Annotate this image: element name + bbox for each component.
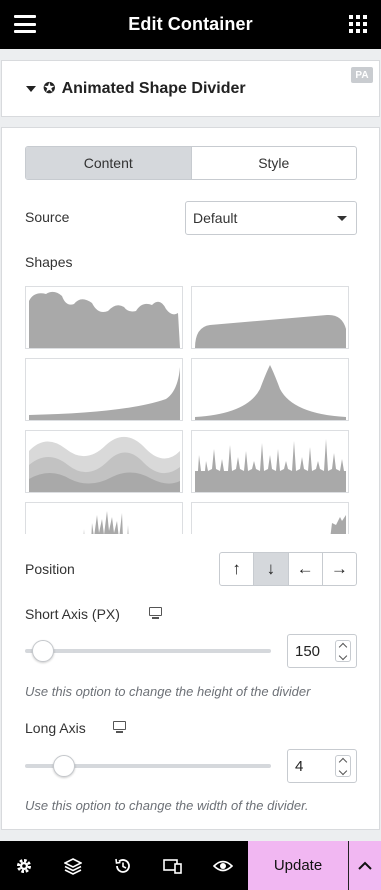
corner-shape-icon [330, 515, 346, 534]
long-axis-stepper[interactable] [335, 755, 351, 777]
short-axis-value: 150 [295, 642, 321, 660]
waves-shape-icon [29, 436, 180, 492]
responsive-icon[interactable] [163, 856, 183, 876]
long-axis-value: 4 [295, 757, 304, 775]
desktop-monitor-icon[interactable] [149, 607, 164, 620]
controls-panel: Content Style Source Default Shapes Posi… [1, 127, 380, 830]
grid-apps-icon[interactable] [349, 15, 367, 33]
source-label: Source [25, 209, 70, 225]
short-axis-slider-track[interactable] [25, 649, 271, 653]
short-axis-stepper[interactable] [335, 640, 351, 662]
position-left-button[interactable]: ← [287, 553, 322, 585]
slope-shape-icon [195, 314, 346, 348]
page-title: Edit Container [128, 14, 253, 34]
chevron-up-icon[interactable] [338, 757, 348, 766]
shape-peak[interactable] [191, 358, 349, 421]
shapes-label: Shapes [25, 254, 73, 270]
tab-content[interactable]: Content [26, 147, 191, 179]
shape-grass[interactable] [25, 502, 183, 534]
chevron-up-icon [358, 861, 372, 870]
settings-icon[interactable] [14, 856, 34, 876]
position-label: Position [25, 561, 75, 577]
tab-style[interactable]: Style [190, 147, 357, 179]
shape-clouds[interactable] [25, 286, 183, 349]
short-axis-input[interactable]: 150 [287, 634, 357, 668]
update-options-button[interactable] [348, 841, 381, 890]
shape-curve-right[interactable] [25, 358, 183, 421]
long-axis-input[interactable]: 4 [287, 749, 357, 783]
chevron-up-icon[interactable] [338, 642, 348, 651]
position-button-group: ↑ ↓ ← → [219, 552, 357, 586]
source-value: Default [193, 210, 238, 226]
grass-shape-icon [83, 511, 129, 534]
shape-slope[interactable] [191, 286, 349, 349]
section-header-animated-shape-divider[interactable]: ✪ Animated Shape Divider PA [1, 60, 380, 117]
bottom-toolbar: Update [0, 841, 381, 890]
section-title: Animated Shape Divider [61, 79, 246, 97]
short-axis-label: Short Axis (PX) [25, 606, 120, 622]
long-axis-help: Use this option to change the width of t… [25, 798, 309, 813]
curve-right-shape-icon [29, 367, 180, 420]
drips-shape-icon [195, 439, 346, 492]
tabs: Content Style [25, 146, 357, 180]
long-axis-label: Long Axis [25, 720, 86, 736]
peak-shape-icon [195, 365, 346, 420]
position-down-button[interactable]: ↓ [253, 553, 288, 585]
short-axis-help: Use this option to change the height of … [25, 684, 311, 699]
chevron-down-icon[interactable] [338, 766, 348, 775]
top-bar: Edit Container [0, 0, 381, 49]
long-axis-slider-handle[interactable] [53, 755, 75, 777]
clouds-shape-icon [29, 291, 180, 348]
desktop-monitor-icon[interactable] [113, 721, 128, 734]
dropdown-arrow-icon [337, 216, 347, 221]
caret-down-icon [26, 85, 36, 92]
chevron-down-icon[interactable] [338, 651, 348, 660]
preview-eye-icon[interactable] [213, 856, 233, 876]
layers-icon[interactable] [63, 856, 83, 876]
shape-waves[interactable] [25, 430, 183, 493]
short-axis-slider-handle[interactable] [32, 640, 54, 662]
history-icon[interactable] [113, 856, 133, 876]
position-up-button[interactable]: ↑ [220, 553, 253, 585]
update-button[interactable]: Update [248, 841, 348, 890]
source-select[interactable]: Default [185, 201, 357, 235]
position-right-button[interactable]: → [321, 553, 356, 585]
hamburger-menu-icon[interactable] [14, 15, 36, 33]
star-circle-icon: ✪ [43, 80, 56, 97]
shape-corner[interactable] [191, 502, 349, 534]
shape-drips[interactable] [191, 430, 349, 493]
shapes-grid [25, 286, 357, 534]
pa-badge: PA [351, 67, 373, 83]
